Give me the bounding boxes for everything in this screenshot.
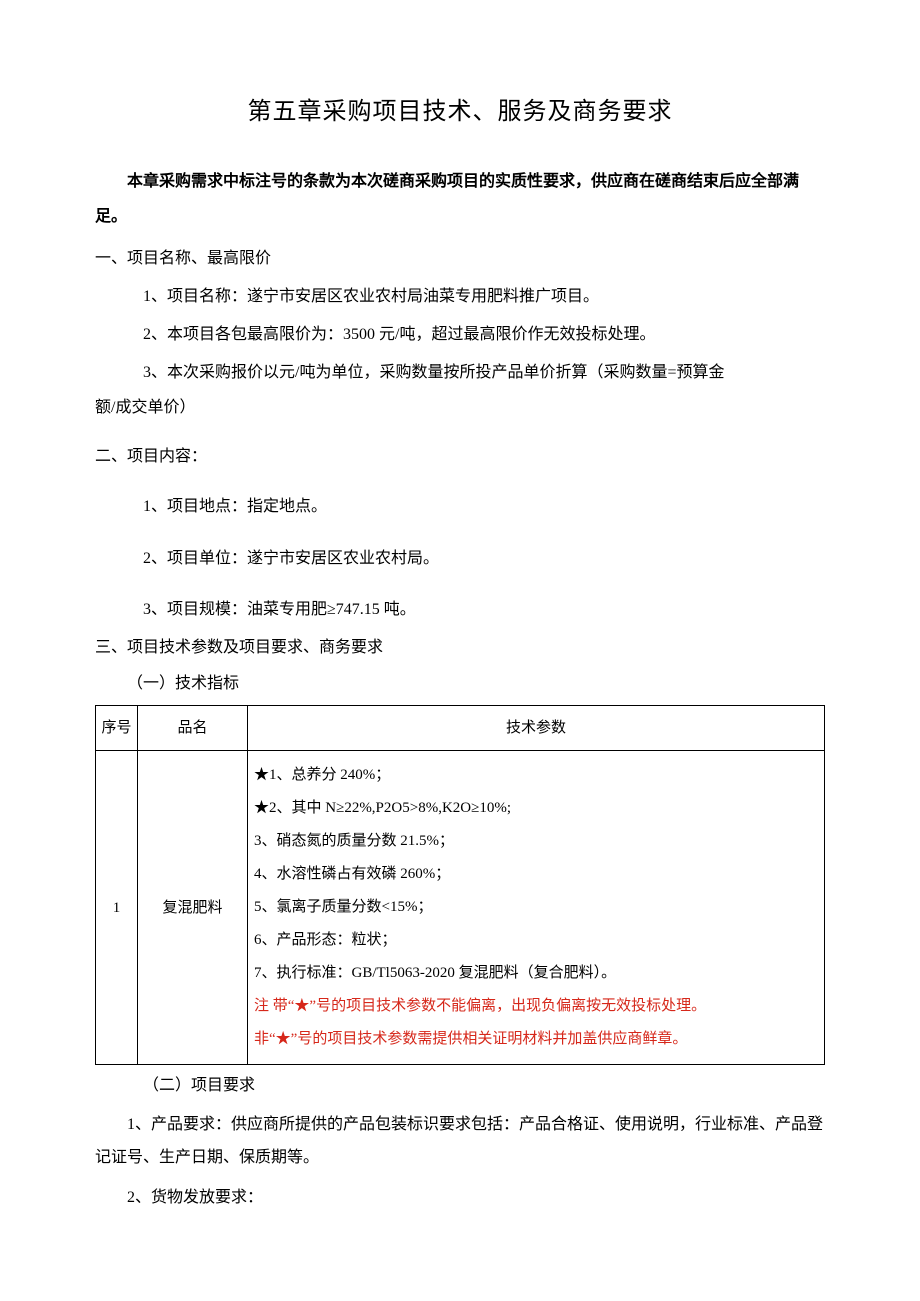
req-2: 2、货物发放要求：: [95, 1181, 825, 1215]
cell-name: 复混肥料: [138, 751, 248, 1065]
section-2-heading: 二、项目内容：: [95, 442, 825, 472]
cell-seq: 1: [96, 751, 138, 1065]
param-5: 5、氯离子质量分数<15%；: [254, 891, 818, 924]
param-7: 7、执行标准：GB/Tl5063-2020 复混肥料（复合肥料）。: [254, 957, 818, 990]
item-2-3: 3、项目规模：油菜专用肥≥747.15 吨。: [95, 593, 825, 627]
item-2-2: 2、项目单位：遂宁市安居区农业农村局。: [95, 542, 825, 576]
table-row: 1 复混肥料 ★1、总养分 240%； ★2、其中 N≥22%,P2O5>8%,…: [96, 751, 825, 1065]
subsection-3-2: （二）项目要求: [95, 1071, 825, 1101]
param-note-2: 非“★”号的项目技术参数需提供相关证明材料并加盖供应商鲜章。: [254, 1023, 818, 1056]
item-2-1: 1、项目地点：指定地点。: [95, 490, 825, 524]
th-param: 技术参数: [248, 706, 825, 751]
param-note-1: 注 带“★”号的项目技术参数不能偏离，出现负偏离按无效投标处理。: [254, 990, 818, 1023]
intro-paragraph: 本章采购需求中标注号的条款为本次磋商采购项目的实质性要求，供应商在磋商结束后应全…: [95, 164, 825, 234]
th-seq: 序号: [96, 706, 138, 751]
param-2: ★2、其中 N≥22%,P2O5>8%,K2O≥10%;: [254, 792, 818, 825]
item-1-3-line2: 额/成交单价）: [95, 393, 825, 423]
param-3: 3、硝态氮的质量分数 21.5%；: [254, 825, 818, 858]
subsection-3-1: （一）技术指标: [95, 669, 825, 699]
section-3-heading: 三、项目技术参数及项目要求、商务要求: [95, 633, 825, 663]
cell-params: ★1、总养分 240%； ★2、其中 N≥22%,P2O5>8%,K2O≥10%…: [248, 751, 825, 1065]
param-6: 6、产品形态：粒状；: [254, 924, 818, 957]
req-1: 1、产品要求：供应商所提供的产品包装标识要求包括：产品合格证、使用说明，行业标准…: [95, 1108, 825, 1175]
th-name: 品名: [138, 706, 248, 751]
item-1-2: 2、本项目各包最高限价为：3500 元/吨，超过最高限价作无效投标处理。: [95, 318, 825, 352]
item-1-1: 1、项目名称：遂宁市安居区农业农村局油菜专用肥料推广项目。: [95, 280, 825, 314]
item-1-3-line1: 3、本次采购报价以元/吨为单位，采购数量按所投产品单价折算（采购数量=预算金: [95, 356, 825, 390]
tech-spec-table: 序号 品名 技术参数 1 复混肥料 ★1、总养分 240%； ★2、其中 N≥2…: [95, 705, 825, 1065]
section-1-heading: 一、项目名称、最高限价: [95, 244, 825, 274]
param-4: 4、水溶性磷占有效磷 260%；: [254, 858, 818, 891]
param-1: ★1、总养分 240%；: [254, 759, 818, 792]
chapter-title: 第五章采购项目技术、服务及商务要求: [95, 90, 825, 136]
